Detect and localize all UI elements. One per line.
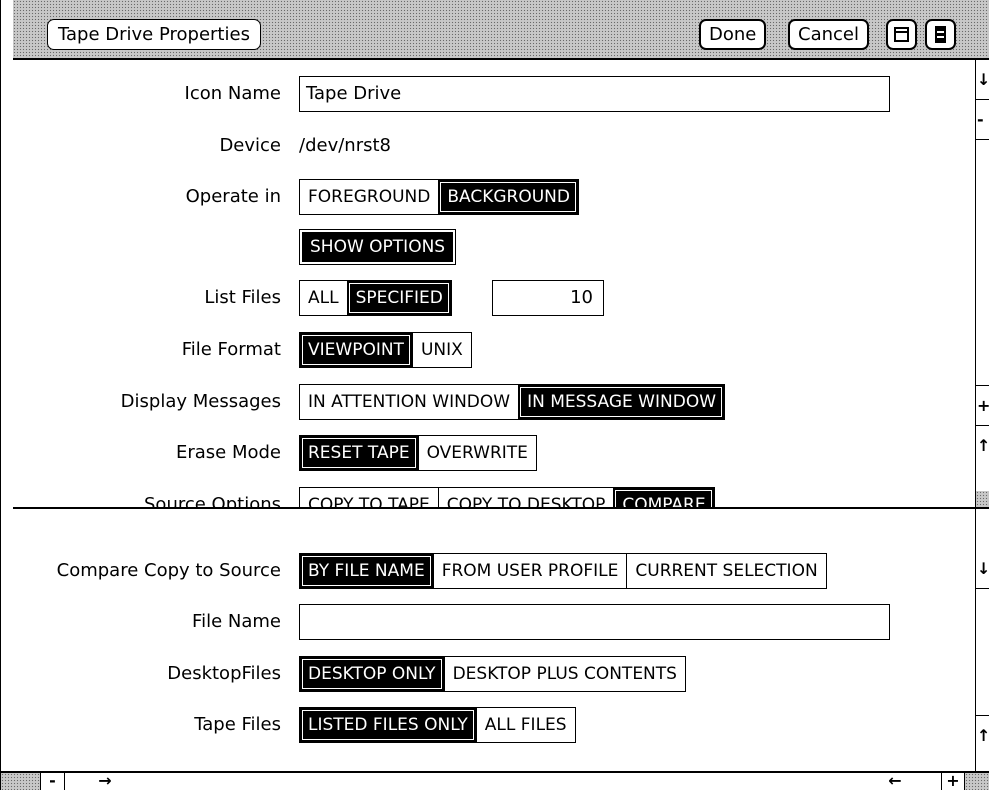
option-specified[interactable]: SPECIFIED [346, 281, 451, 315]
file-format-row: File Format VIEWPOINT UNIX [13, 330, 975, 370]
window-icon[interactable] [886, 19, 917, 50]
scroll-plus-button[interactable]: + [976, 385, 989, 425]
option-message-window[interactable]: IN MESSAGE WINDOW [518, 385, 725, 419]
device-value: /dev/nrst8 [299, 135, 391, 156]
lower-scroll-down-button[interactable]: ↓ [976, 549, 989, 589]
scroll-track[interactable] [976, 491, 989, 507]
display-messages-choices: IN ATTENTION WINDOW IN MESSAGE WINDOW [299, 384, 726, 420]
list-files-row: List Files ALL SPECIFIED 10 [13, 278, 975, 318]
lower-scroll-up-button[interactable]: ↑ [976, 715, 989, 755]
scroll-left-button[interactable]: ← [881, 773, 909, 790]
scroll-corner [965, 773, 989, 790]
erase-mode-label: Erase Mode [175, 442, 281, 463]
option-desktop-plus-contents[interactable]: DESKTOP PLUS CONTENTS [443, 657, 685, 691]
option-from-user-profile[interactable]: FROM USER PROFILE [432, 554, 627, 588]
horizontal-scrollbar[interactable]: - → ← + [1, 771, 989, 790]
operate-in-row: Operate in FOREGROUND BACKGROUND [13, 177, 975, 217]
tape-drive-properties-window: Tape Drive Properties Done Cancel Icon N… [0, 0, 989, 790]
option-viewpoint[interactable]: VIEWPOINT [300, 333, 412, 367]
show-options-row: SHOW OPTIONS [13, 227, 975, 267]
icon-name-row: Icon Name Tape Drive [13, 74, 975, 114]
display-messages-row: Display Messages IN ATTENTION WINDOW IN … [13, 382, 975, 422]
scroll-plus-h-button[interactable]: + [941, 773, 965, 790]
tape-files-row: Tape Files LISTED FILES ONLY ALL FILES [13, 705, 975, 745]
scroll-minus-button[interactable]: - [976, 100, 989, 140]
option-reset-tape[interactable]: RESET TAPE [300, 436, 418, 470]
option-desktop-only[interactable]: DESKTOP ONLY [300, 657, 444, 691]
compare-copy-row: Compare Copy to Source BY FILE NAME FROM… [13, 551, 975, 591]
scroll-down-button[interactable]: ↓ [976, 60, 989, 100]
desktop-files-choices: DESKTOP ONLY DESKTOP PLUS CONTENTS [299, 656, 686, 692]
option-all-files[interactable]: ALL FILES [475, 708, 575, 742]
compare-options-pane: Compare Copy to Source BY FILE NAME FROM… [13, 509, 975, 771]
option-unix[interactable]: UNIX [411, 333, 471, 367]
erase-mode-choices: RESET TAPE OVERWRITE [299, 435, 537, 471]
icon-name-label: Icon Name [184, 83, 281, 104]
list-files-label: List Files [204, 287, 281, 308]
horizontal-scroll-track[interactable] [65, 773, 941, 790]
file-name-row: File Name [13, 602, 975, 642]
icon-name-field[interactable]: Tape Drive [299, 76, 890, 112]
lower-vertical-scrollbar[interactable]: ↓ ↑ [975, 509, 989, 771]
option-listed-files-only[interactable]: LISTED FILES ONLY [300, 708, 476, 742]
window-title: Tape Drive Properties [47, 19, 261, 50]
compare-copy-choices: BY FILE NAME FROM USER PROFILE CURRENT S… [299, 553, 827, 589]
display-messages-label: Display Messages [120, 391, 281, 412]
option-attention-window[interactable]: IN ATTENTION WINDOW [300, 385, 519, 419]
operate-in-choices: FOREGROUND BACKGROUND [299, 179, 579, 215]
device-row: Device /dev/nrst8 [13, 126, 975, 166]
compare-copy-label: Compare Copy to Source [56, 560, 281, 581]
file-name-field[interactable] [299, 604, 890, 640]
option-by-file-name[interactable]: BY FILE NAME [300, 554, 433, 588]
file-format-label: File Format [181, 339, 281, 360]
cancel-button[interactable]: Cancel [788, 19, 869, 50]
tape-files-label: Tape Files [194, 714, 281, 735]
file-format-choices: VIEWPOINT UNIX [299, 332, 472, 368]
list-files-count-field[interactable]: 10 [492, 280, 604, 316]
option-all[interactable]: ALL [300, 281, 347, 315]
option-overwrite[interactable]: OVERWRITE [417, 436, 536, 470]
scroll-up-button[interactable]: ↑ [976, 425, 989, 465]
scroll-right-button[interactable]: → [91, 773, 119, 790]
file-name-label: File Name [192, 611, 281, 632]
tape-files-choices: LISTED FILES ONLY ALL FILES [299, 707, 576, 743]
menu-icon[interactable] [925, 19, 956, 50]
upper-vertical-scrollbar[interactable]: ↓ - + ↑ [975, 60, 989, 507]
erase-mode-row: Erase Mode RESET TAPE OVERWRITE [13, 433, 975, 473]
operate-in-label: Operate in [185, 186, 281, 207]
list-files-choices: ALL SPECIFIED [299, 280, 452, 316]
desktop-files-label: DesktopFiles [167, 663, 281, 684]
device-label: Device [219, 135, 281, 156]
desktop-files-row: DesktopFiles DESKTOP ONLY DESKTOP PLUS C… [13, 654, 975, 694]
scroll-minus-h-button[interactable]: - [40, 773, 65, 790]
done-button[interactable]: Done [699, 19, 767, 50]
title-bar[interactable]: Tape Drive Properties Done Cancel [13, 0, 989, 60]
option-background[interactable]: BACKGROUND [438, 180, 578, 214]
show-options-button[interactable]: SHOW OPTIONS [299, 229, 457, 265]
option-foreground[interactable]: FOREGROUND [300, 180, 439, 214]
show-options-label: SHOW OPTIONS [302, 232, 454, 262]
properties-pane: Icon Name Tape Drive Device /dev/nrst8 O… [13, 60, 975, 523]
option-current-selection[interactable]: CURRENT SELECTION [626, 554, 826, 588]
